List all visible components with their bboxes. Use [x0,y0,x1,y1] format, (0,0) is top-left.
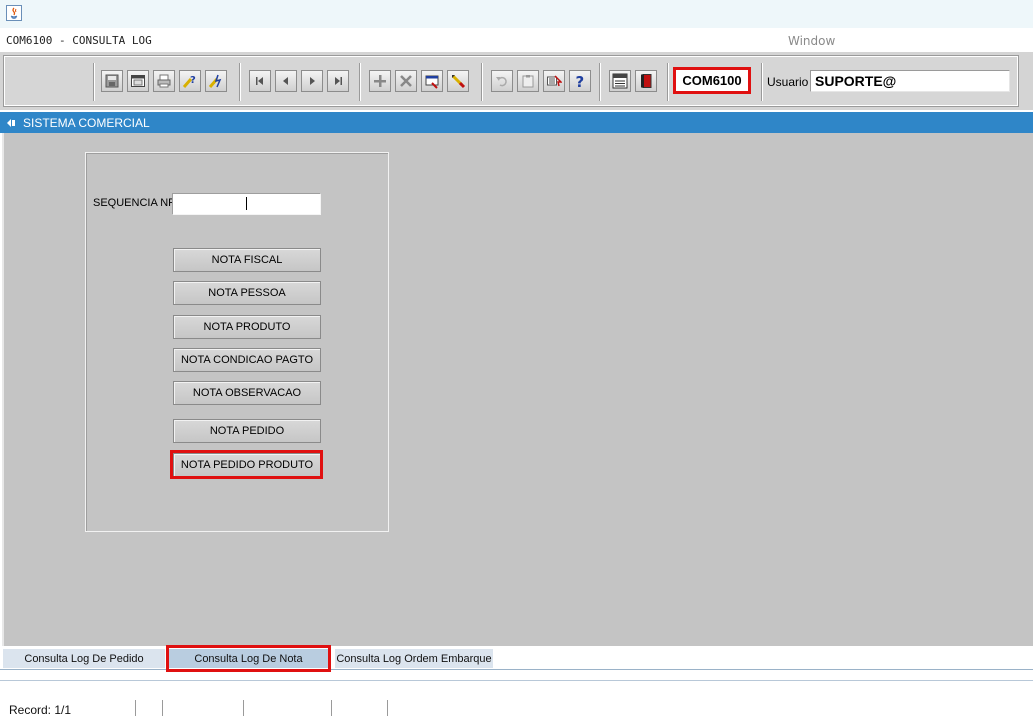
exit-icon [641,74,652,88]
status-separator [243,700,244,716]
usuario-label: Usuario [767,75,809,89]
edit-record-icon [451,74,466,89]
query-help-button[interactable]: ? [179,70,201,92]
nota-pessoa-button[interactable]: NOTA PESSOA [173,281,321,305]
window-menu[interactable]: Window [788,34,835,48]
window-title: COM6100 - CONSULTA LOG [6,34,152,47]
last-record-button[interactable] [327,70,349,92]
text-caret [246,197,247,210]
clipboard-button[interactable] [517,70,539,92]
edit-record-button[interactable] [447,70,469,92]
app-titlebar [0,0,1033,28]
last-record-icon [335,77,342,85]
system-header: SISTEMA COMERCIAL [0,112,1033,133]
nota-fiscal-button[interactable]: NOTA FISCAL [173,248,321,272]
nota-observacao-button[interactable]: NOTA OBSERVACAO [173,381,321,405]
undo-button[interactable] [491,70,513,92]
system-title: SISTEMA COMERCIAL [23,116,150,130]
next-record-icon [310,77,315,85]
window-icon [131,75,145,87]
window-title-row: COM6100 - CONSULTA LOG Window [0,28,1033,52]
status-separator [387,700,388,716]
help-button[interactable]: ? [569,70,591,92]
print-button[interactable] [153,70,175,92]
status-divider [0,680,1033,681]
previous-record-button[interactable] [275,70,297,92]
insert-record-icon [374,75,386,87]
java-icon [6,5,22,21]
record-indicator: Record: 1/1 [9,703,72,717]
execute-query-button[interactable] [205,70,227,92]
highlight-outline [166,645,331,672]
tab-consulta-log-de-pedido[interactable]: Consulta Log De Pedido [3,649,165,668]
form-code-box: COM6100 [673,67,751,94]
usuario-field: SUPORTE@ [810,70,1010,92]
nota-pedido-button[interactable]: NOTA PEDIDO [173,419,321,443]
clipboard-icon [522,75,534,88]
first-record-button[interactable] [249,70,271,92]
clear-record-button[interactable] [421,70,443,92]
menu-icon [612,73,628,89]
help-icon: ? [576,73,585,89]
nota-produto-button[interactable]: NOTA PRODUTO [173,315,321,339]
svg-text:?: ? [190,75,196,86]
collapse-icon[interactable] [6,118,16,128]
save-button[interactable] [101,70,123,92]
tab-divider [0,669,1033,670]
list-values-button[interactable] [543,70,565,92]
query-help-icon: ? [182,75,196,88]
svg-text:?: ? [576,73,585,89]
highlight-outline [170,450,323,479]
delete-record-button[interactable] [395,70,417,92]
nota-condicao-pagto-button[interactable]: NOTA CONDICAO PAGTO [173,348,321,372]
status-separator [135,700,136,716]
delete-record-icon [400,75,412,87]
menu-button[interactable] [609,70,631,92]
previous-record-icon [283,77,288,85]
first-record-icon [256,77,263,85]
execute-query-icon [208,74,222,88]
next-record-button[interactable] [301,70,323,92]
list-values-icon [547,75,562,87]
insert-record-button[interactable] [369,70,391,92]
undo-icon [496,76,507,87]
status-bar [0,684,1033,716]
tab-consulta-log-ordem-embarque[interactable]: Consulta Log Ordem Embarque [335,649,493,668]
sequencia-nf-label: SEQUENCIA NF [93,197,175,209]
window-button[interactable] [127,70,149,92]
clear-record-icon [425,75,439,89]
print-icon [157,74,171,88]
save-icon [105,74,119,88]
status-separator [331,700,332,716]
status-separator [162,700,163,716]
exit-button[interactable] [635,70,657,92]
